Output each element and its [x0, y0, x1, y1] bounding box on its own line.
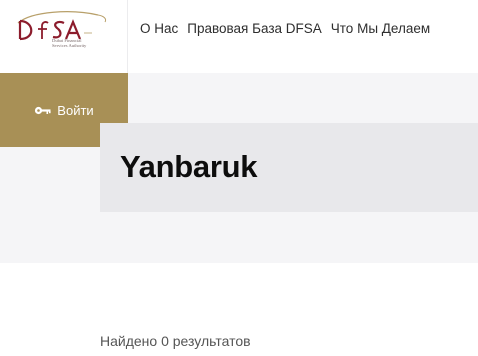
logo-subtitle-line: Services Authority — [52, 42, 87, 48]
page-title: Yanbaruk — [120, 149, 258, 184]
nav-item-about[interactable]: О Нас — [140, 21, 178, 36]
nav-item-legal-framework[interactable]: Правовая База DFSA — [187, 21, 322, 36]
login-label: Войти — [57, 102, 94, 118]
site-header: Dubai Financial Services Authority О Нас… — [0, 0, 478, 73]
page: Dubai Financial Services Authority О Нас… — [0, 0, 478, 356]
dfsa-logo[interactable]: Dubai Financial Services Authority — [0, 0, 128, 73]
key-icon — [35, 106, 51, 114]
title-card: Yanbaruk — [100, 123, 478, 212]
logo-subtitle: Dubai Financial Services Authority — [52, 38, 102, 49]
results-summary: Найдено 0 результатов — [100, 333, 251, 349]
main-nav: О Нас Правовая База DFSA Что Мы Делаем — [140, 21, 430, 36]
nav-item-what-we-do[interactable]: Что Мы Делаем — [331, 21, 430, 36]
